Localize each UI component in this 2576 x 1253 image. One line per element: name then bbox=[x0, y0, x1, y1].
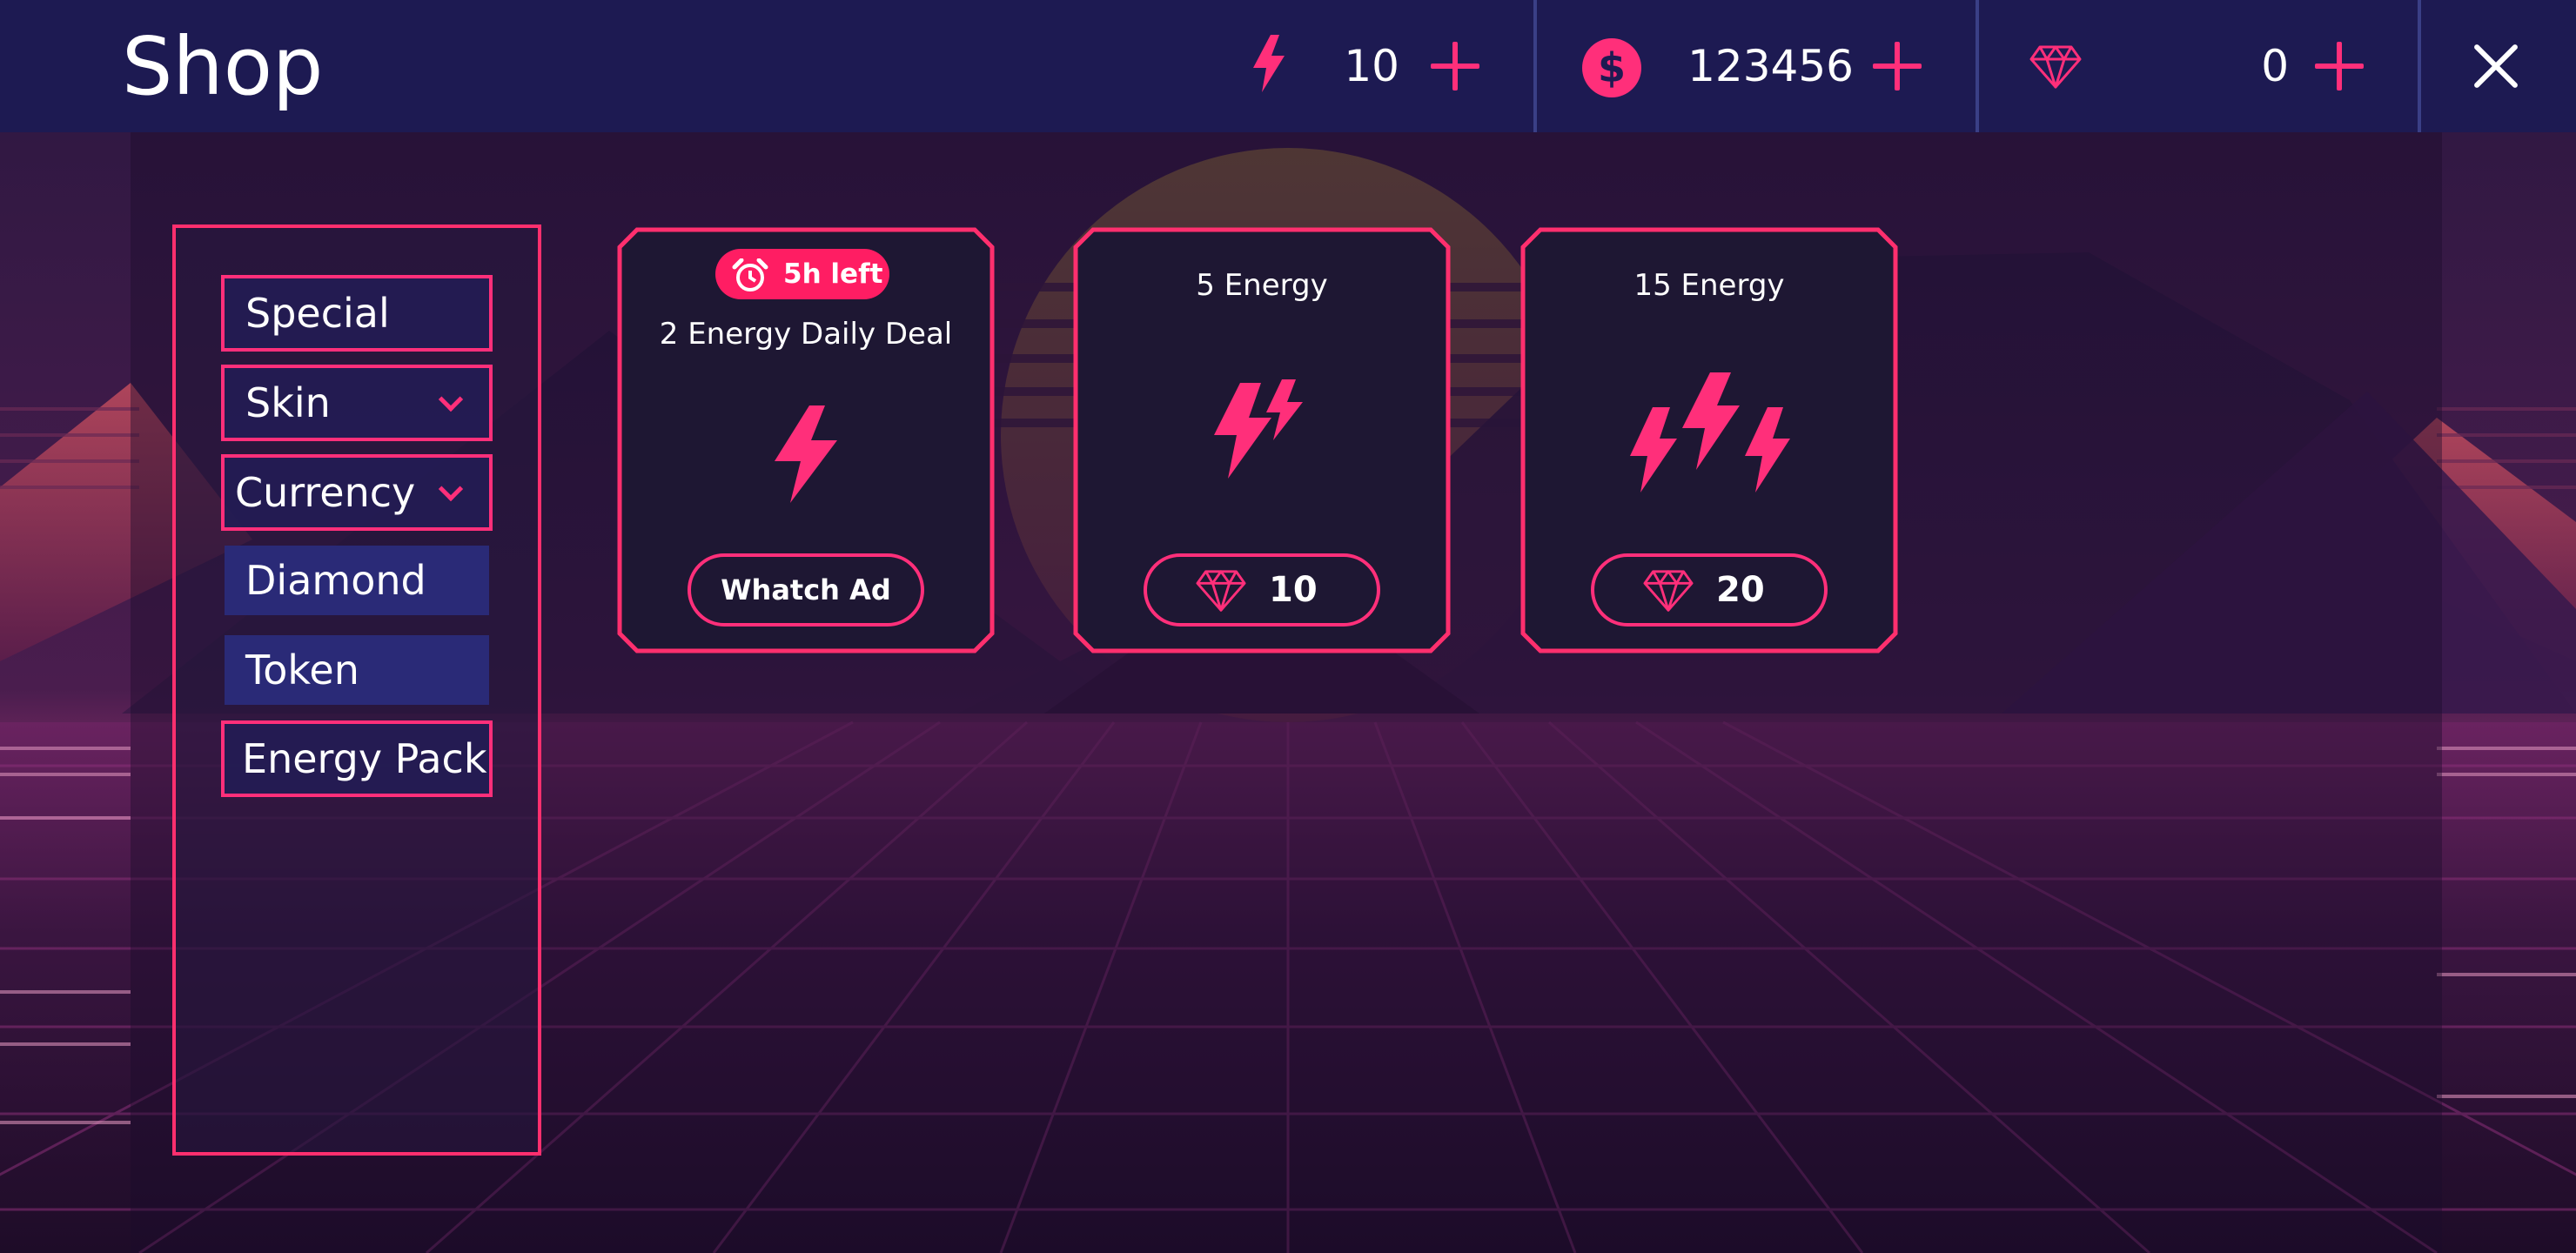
button-label: Whatch Ad bbox=[721, 573, 891, 606]
buy-5-energy-button[interactable]: 10 bbox=[1144, 553, 1380, 626]
diamond-count: 0 bbox=[2261, 41, 2289, 91]
product-card-daily-deal[interactable]: 5h left 2 Energy Daily Deal Whatch Ad bbox=[614, 224, 997, 656]
svg-text:$: $ bbox=[1598, 44, 1626, 91]
card-title: 5 Energy bbox=[1196, 268, 1328, 303]
watch-ad-button[interactable]: Whatch Ad bbox=[688, 553, 924, 626]
chevron-down-icon bbox=[438, 476, 464, 502]
divider bbox=[1533, 0, 1537, 132]
sidebar-item-energy-pack[interactable]: Energy Pack bbox=[221, 720, 493, 797]
timer-badge: 5h left bbox=[715, 249, 889, 299]
sidebar-item-label: Diamond bbox=[245, 557, 426, 604]
buy-15-energy-button[interactable]: 20 bbox=[1591, 553, 1828, 626]
sidebar-item-label: Skin bbox=[245, 379, 331, 426]
alarm-clock-icon bbox=[732, 258, 768, 291]
add-coins-button[interactable] bbox=[1873, 42, 1922, 90]
coin-count: 123456 bbox=[1687, 41, 1854, 91]
product-card-5-energy[interactable]: 5 Energy 10 bbox=[1070, 224, 1453, 656]
energy-count: 10 bbox=[1344, 41, 1399, 91]
sidebar-item-skin[interactable]: Skin bbox=[221, 365, 493, 441]
sidebar-item-token[interactable]: Token bbox=[225, 635, 489, 705]
sidebar-item-label: Special bbox=[245, 290, 390, 337]
sidebar-item-label: Energy Pack bbox=[242, 735, 487, 782]
sidebar-item-diamond[interactable]: Diamond bbox=[225, 546, 489, 615]
top-bar: Shop 10 $ 123456 0 bbox=[0, 0, 2576, 132]
sidebar-item-currency[interactable]: Currency bbox=[221, 454, 493, 531]
sidebar-item-label: Currency bbox=[235, 469, 416, 516]
energy-bolt-icon bbox=[775, 405, 837, 503]
chevron-down-icon bbox=[438, 386, 464, 412]
add-energy-button[interactable] bbox=[1431, 42, 1479, 90]
double-bolt-icon bbox=[1214, 379, 1303, 479]
triple-bolt-icon bbox=[1630, 372, 1790, 492]
add-diamonds-button[interactable] bbox=[2315, 42, 2364, 90]
price-label: 10 bbox=[1269, 570, 1318, 610]
coin-icon: $ bbox=[1582, 38, 1641, 97]
card-title: 2 Energy Daily Deal bbox=[659, 317, 953, 352]
page-title: Shop bbox=[122, 20, 324, 113]
diamond-icon bbox=[1643, 570, 1694, 612]
price-label: 20 bbox=[1716, 570, 1765, 610]
divider bbox=[1976, 0, 1979, 132]
card-title: 15 Energy bbox=[1633, 268, 1785, 303]
diamond-icon bbox=[1196, 570, 1246, 612]
product-card-15-energy[interactable]: 15 Energy 20 bbox=[1518, 224, 1901, 656]
divider bbox=[2418, 0, 2421, 132]
close-button[interactable] bbox=[2472, 42, 2520, 90]
sidebar-item-special[interactable]: Special bbox=[221, 275, 493, 352]
diamond-icon bbox=[2029, 45, 2082, 89]
sidebar-item-label: Token bbox=[245, 647, 359, 694]
timer-text: 5h left bbox=[783, 258, 883, 290]
energy-bolt-icon bbox=[1253, 35, 1285, 92]
